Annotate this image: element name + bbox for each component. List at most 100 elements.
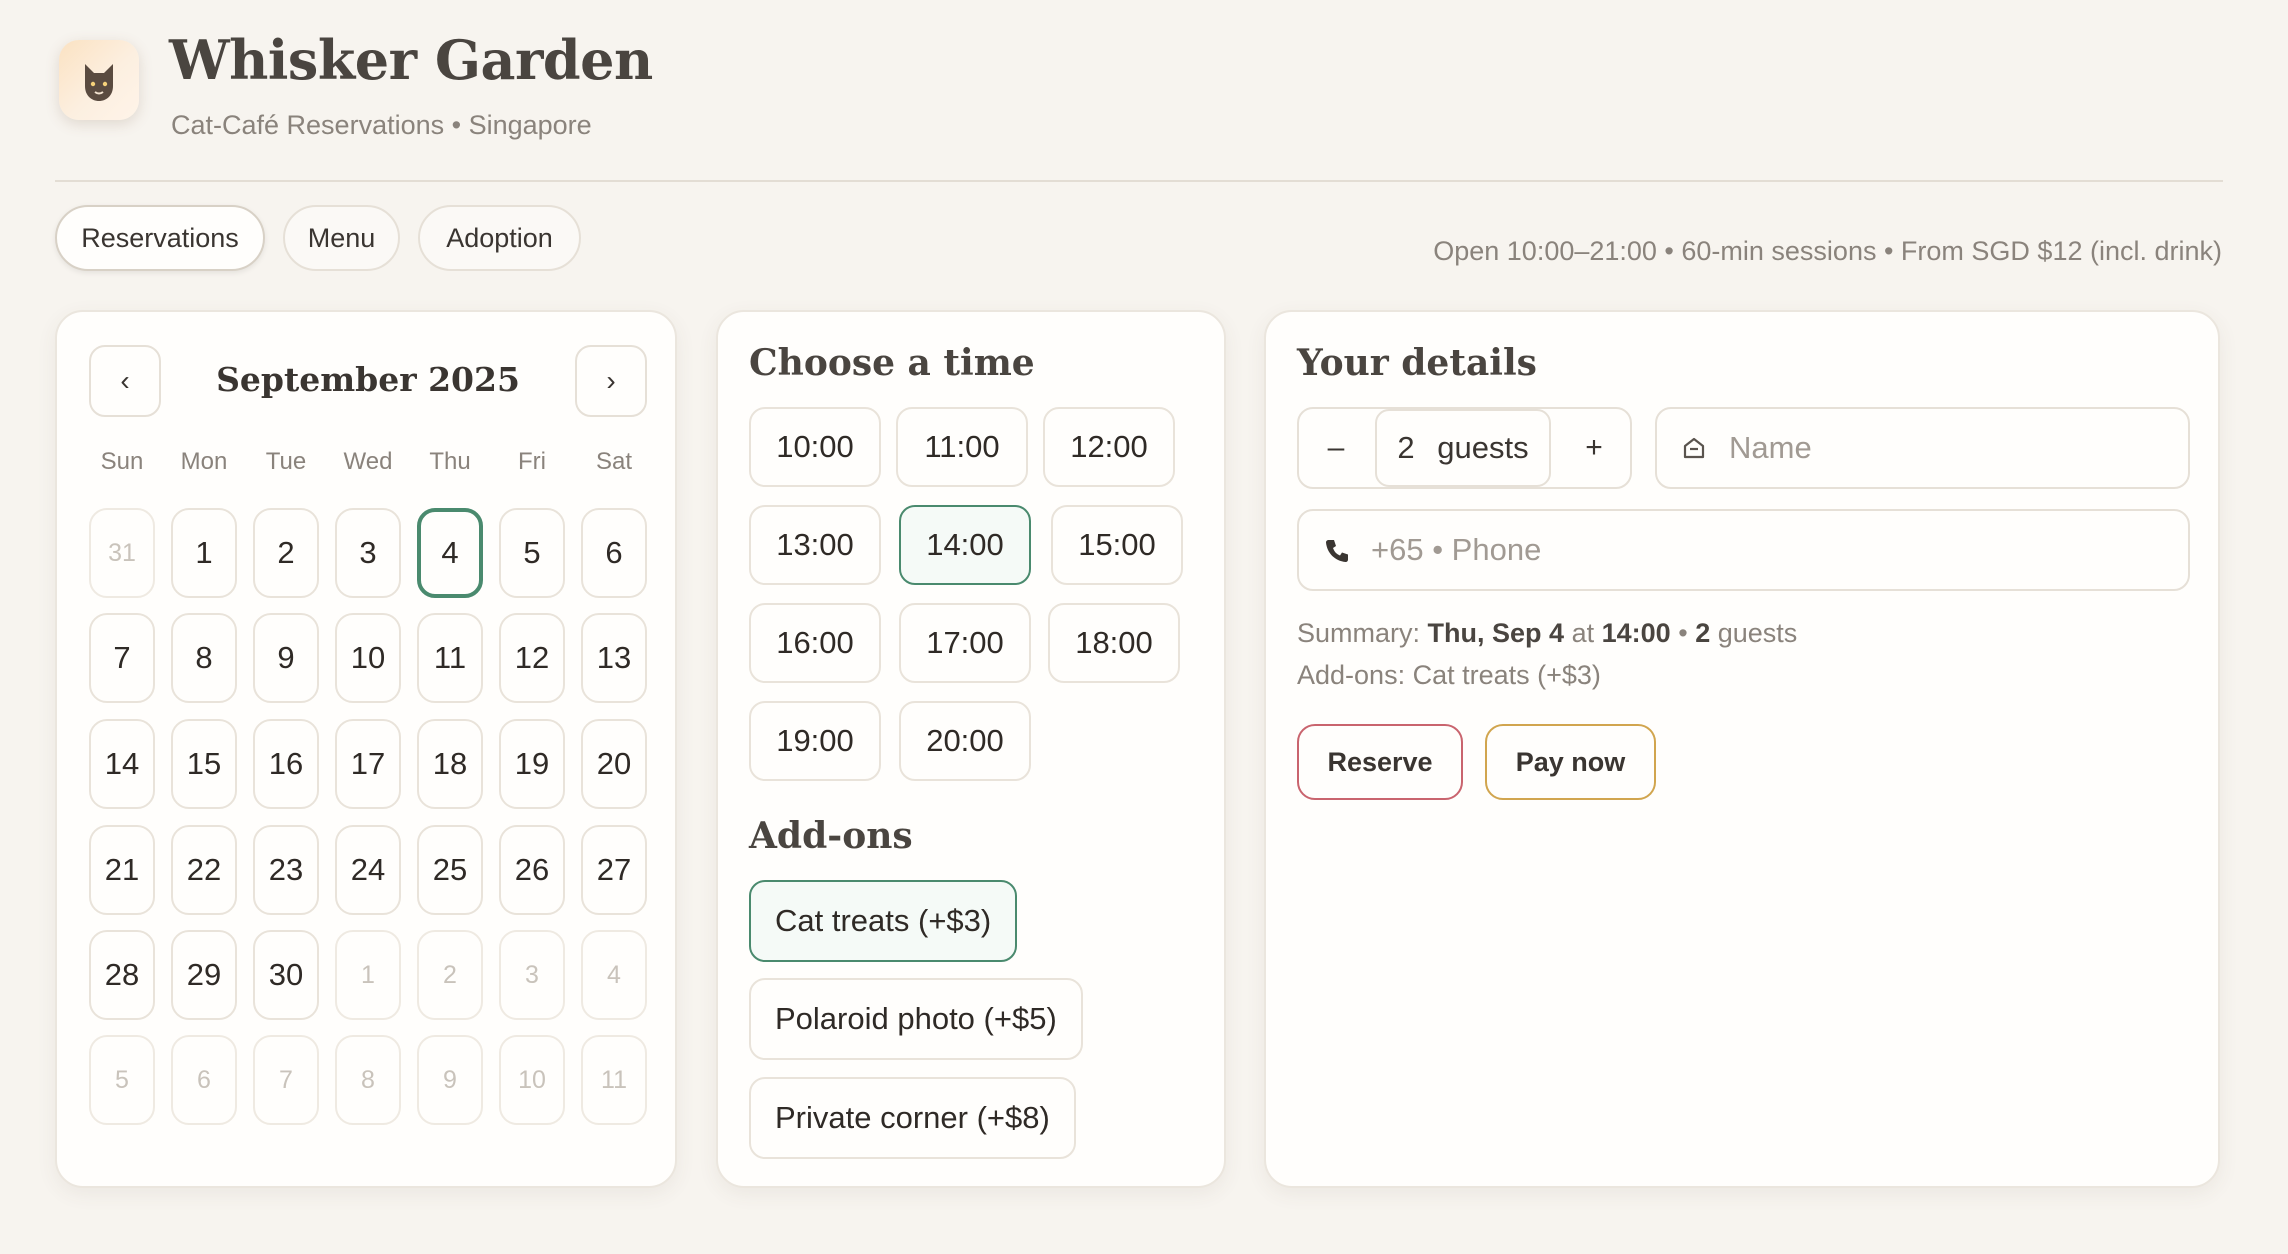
- tab-adoption[interactable]: Adoption: [418, 205, 581, 271]
- time-slot-1300[interactable]: 13:00: [749, 505, 881, 585]
- app-header: Whisker Garden Cat-Café Reservations • S…: [55, 28, 2223, 182]
- tab-menu[interactable]: Menu: [283, 205, 400, 271]
- guest-stepper: – 2 guests +: [1297, 407, 1632, 489]
- app-subtitle: Cat-Café Reservations • Singapore: [171, 110, 592, 140]
- calendar-day[interactable]: 25: [417, 825, 483, 915]
- calendar-day[interactable]: 8: [171, 613, 237, 703]
- weekday-mon: Mon: [180, 448, 228, 475]
- calendar-day-outside: 4: [581, 930, 647, 1020]
- weekday-thu: Thu: [429, 448, 471, 475]
- calendar-day-outside: 7: [253, 1035, 319, 1125]
- calendar-day[interactable]: 11: [417, 613, 483, 703]
- weekday-sun: Sun: [100, 448, 144, 475]
- calendar-day[interactable]: 14: [89, 719, 155, 809]
- time-slot-1700[interactable]: 17:00: [899, 603, 1031, 683]
- addon-polaroid-photo[interactable]: Polaroid photo (+$5): [749, 978, 1083, 1060]
- app-title: Whisker Garden: [169, 28, 653, 92]
- phone-field[interactable]: +65 • Phone: [1297, 509, 2190, 591]
- details-title: Your details: [1297, 342, 1537, 384]
- calendar-day[interactable]: 27: [581, 825, 647, 915]
- calendar-day[interactable]: 7: [89, 613, 155, 703]
- time-slot-1500[interactable]: 15:00: [1051, 505, 1183, 585]
- summary-guests: 2: [1695, 618, 1711, 648]
- calendar-day-outside: 11: [581, 1035, 647, 1125]
- calendar-day-outside: 3: [499, 930, 565, 1020]
- increase-guests-button[interactable]: +: [1559, 409, 1629, 487]
- opening-info: Open 10:00–21:00 • 60-min sessions • Fro…: [1433, 236, 2222, 266]
- time-card: Choose a time 10:00 11:00 12:00 13:00 14:00 1…: [716, 310, 1226, 1188]
- phone-icon: [1326, 540, 1348, 562]
- summary-time: 14:00: [1601, 618, 1671, 648]
- calendar-day-outside: 31: [89, 508, 155, 598]
- addon-cat-treats[interactable]: Cat treats (+$3): [749, 880, 1018, 962]
- phone-placeholder: +65 • Phone: [1371, 532, 1542, 567]
- calendar-card: ‹ September 2025 › Sun Mon Tue Wed Thu Fri Sat…: [55, 310, 677, 1188]
- calendar-day[interactable]: 30: [253, 930, 319, 1020]
- calendar-day-selected[interactable]: 4: [417, 508, 483, 598]
- guest-count: 2 guests: [1375, 409, 1551, 487]
- tab-reservations[interactable]: Reservations: [55, 205, 265, 271]
- name-field[interactable]: Name: [1655, 407, 2190, 489]
- reserve-button[interactable]: Reserve: [1297, 724, 1463, 800]
- calendar-day-outside: 10: [499, 1035, 565, 1125]
- addon-private-corner[interactable]: Private corner (+$8): [749, 1077, 1076, 1159]
- pay-now-button[interactable]: Pay now: [1485, 724, 1656, 800]
- calendar-day[interactable]: 24: [335, 825, 401, 915]
- calendar-day[interactable]: 16: [253, 719, 319, 809]
- time-title: Choose a time: [749, 342, 1035, 384]
- weekday-tue: Tue: [265, 448, 307, 475]
- weekday-sat: Sat: [595, 448, 633, 475]
- time-slot-1200[interactable]: 12:00: [1043, 407, 1175, 487]
- calendar-day[interactable]: 26: [499, 825, 565, 915]
- calendar-day[interactable]: 3: [335, 508, 401, 598]
- decrease-guests-button[interactable]: –: [1301, 409, 1371, 487]
- calendar-day[interactable]: 20: [581, 719, 647, 809]
- calendar-day-outside: 6: [171, 1035, 237, 1125]
- calendar-day[interactable]: 5: [499, 508, 565, 598]
- time-slot-1600[interactable]: 16:00: [749, 603, 881, 683]
- calendar-day[interactable]: 18: [417, 719, 483, 809]
- calendar-day[interactable]: 15: [171, 719, 237, 809]
- next-month-button[interactable]: ›: [575, 345, 647, 417]
- cat-icon: [85, 64, 113, 101]
- booking-summary: Summary: Thu, Sep 4 at 14:00 • 2 guests: [1297, 618, 1797, 649]
- time-slot-1400[interactable]: 14:00: [899, 505, 1031, 585]
- calendar-day-outside: 5: [89, 1035, 155, 1125]
- weekday-fri: Fri: [518, 448, 546, 475]
- addons-title: Add-ons: [749, 815, 913, 857]
- name-placeholder: Name: [1729, 430, 1812, 465]
- time-slot-1100[interactable]: 11:00: [896, 407, 1028, 487]
- summary-prefix: Summary:: [1297, 618, 1421, 648]
- calendar-day-outside: 8: [335, 1035, 401, 1125]
- calendar-day[interactable]: 2: [253, 508, 319, 598]
- calendar-day[interactable]: 1: [171, 508, 237, 598]
- calendar-day-outside: 1: [335, 930, 401, 1020]
- calendar-day[interactable]: 29: [171, 930, 237, 1020]
- calendar-day[interactable]: 28: [89, 930, 155, 1020]
- cat-logo: [59, 40, 139, 120]
- summary-guests-label: guests: [1717, 618, 1798, 648]
- time-slot-2000[interactable]: 20:00: [899, 701, 1031, 781]
- calendar-day[interactable]: 10: [335, 613, 401, 703]
- calendar-day[interactable]: 21: [89, 825, 155, 915]
- time-slot-1800[interactable]: 18:00: [1048, 603, 1180, 683]
- weekday-wed: Wed: [343, 448, 393, 475]
- calendar-day-outside: 9: [417, 1035, 483, 1125]
- calendar-day[interactable]: 17: [335, 719, 401, 809]
- summary-date: Thu, Sep 4: [1427, 618, 1565, 648]
- calendar-day[interactable]: 23: [253, 825, 319, 915]
- calendar-day-outside: 2: [417, 930, 483, 1020]
- calendar-day[interactable]: 6: [581, 508, 647, 598]
- guest-count-label: guests: [1437, 430, 1529, 465]
- calendar-day[interactable]: 22: [171, 825, 237, 915]
- calendar-day[interactable]: 19: [499, 719, 565, 809]
- time-slot-1900[interactable]: 19:00: [749, 701, 881, 781]
- summary-at: at: [1571, 618, 1595, 648]
- summary-separator: •: [1678, 618, 1688, 648]
- details-card: Your details – 2 guests + Name +65 • Pho…: [1264, 310, 2220, 1188]
- addons-summary: Add-ons: Cat treats (+$3): [1297, 660, 1601, 690]
- calendar-day[interactable]: 9: [253, 613, 319, 703]
- calendar-day[interactable]: 13: [581, 613, 647, 703]
- calendar-day[interactable]: 12: [499, 613, 565, 703]
- time-slot-1000[interactable]: 10:00: [749, 407, 881, 487]
